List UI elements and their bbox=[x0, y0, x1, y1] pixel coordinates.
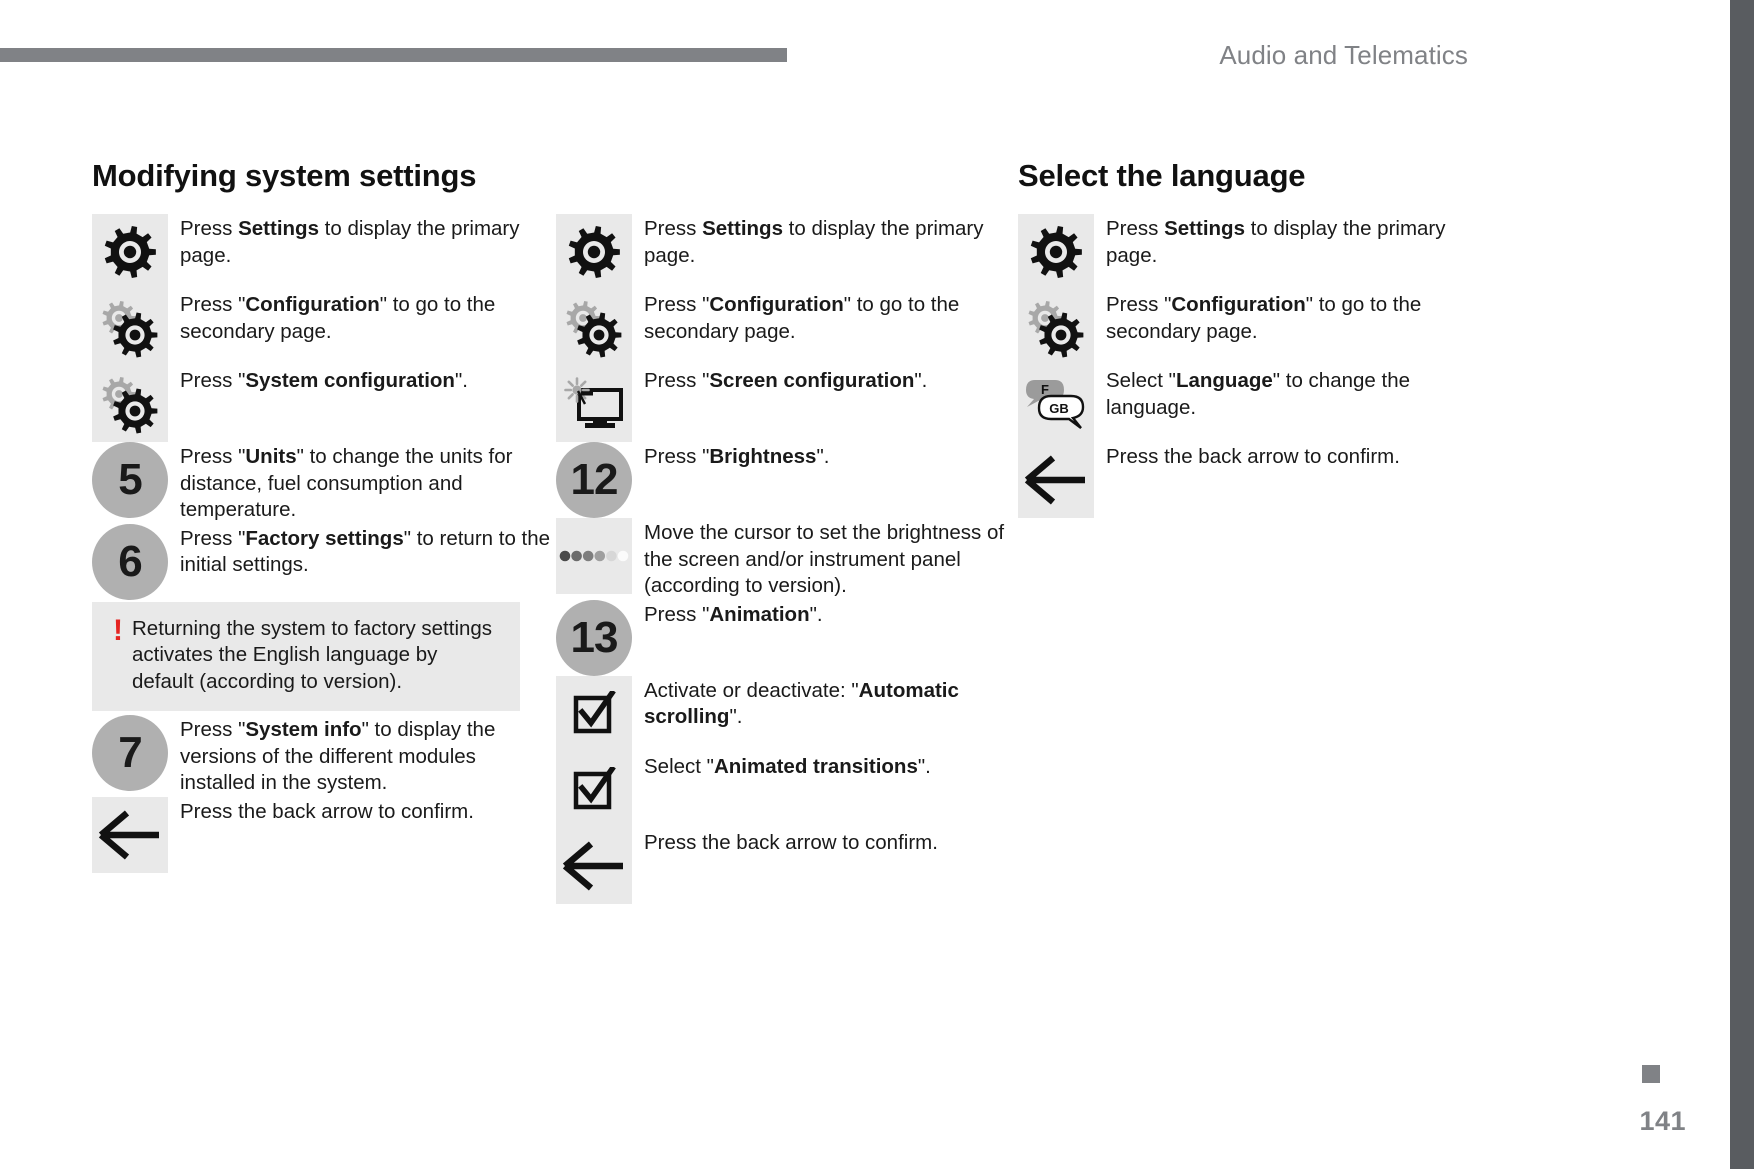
header-title: Audio and Telematics bbox=[1219, 40, 1468, 70]
step-number-badge[interactable]: 7 bbox=[92, 715, 168, 791]
step-row: Press "Configuration" to go to the secon… bbox=[92, 290, 556, 366]
step-text: Press "Units" to change the units for di… bbox=[180, 445, 513, 521]
step-number: 5 bbox=[92, 442, 168, 518]
step-text: Press the back arrow to confirm. bbox=[180, 799, 474, 823]
header-rule bbox=[0, 48, 787, 62]
step-row: 13 Press "Animation". bbox=[556, 599, 1018, 676]
svg-text:F: F bbox=[1041, 382, 1049, 397]
page-edge-bar bbox=[1730, 0, 1754, 1169]
brightness-dots-icon[interactable] bbox=[556, 518, 632, 594]
page-number: 141 bbox=[1639, 1106, 1686, 1136]
screen-configuration-icon[interactable] bbox=[556, 366, 632, 442]
step-number-badge[interactable]: 13 bbox=[556, 599, 632, 676]
step-row: Press Settings to display the primary pa… bbox=[1018, 214, 1488, 290]
step-text: Press "Factory settings" to return to th… bbox=[180, 526, 551, 577]
svg-text:GB: GB bbox=[1049, 401, 1069, 416]
step-number: 7 bbox=[92, 715, 168, 791]
warning-exclamation-icon: ! bbox=[113, 613, 123, 647]
step-row: 5 Press "Units" to change the units for d… bbox=[92, 442, 556, 524]
step-row: Press "Configuration" to go to the secon… bbox=[556, 290, 1018, 366]
double-gear-icon[interactable] bbox=[92, 366, 168, 442]
step-text: Select "Language" to change the language… bbox=[1106, 369, 1410, 419]
step-number: 13 bbox=[556, 599, 632, 676]
step-text: Press "Animation". bbox=[644, 602, 823, 626]
step-text: Press "Brightness". bbox=[644, 445, 830, 468]
column-title: Select the language bbox=[1018, 158, 1306, 193]
step-row: Press the back arrow to confirm. bbox=[92, 796, 556, 873]
step-text: Press Settings to display the primary pa… bbox=[1106, 217, 1446, 267]
double-gear-icon[interactable] bbox=[92, 290, 168, 366]
back-arrow-icon[interactable] bbox=[92, 796, 168, 873]
back-arrow-icon[interactable] bbox=[1018, 442, 1094, 518]
step-row: Press the back arrow to confirm. bbox=[556, 827, 1018, 904]
step-text: Press "Configuration" to go to the secon… bbox=[180, 293, 496, 343]
step-text: Press the back arrow to confirm. bbox=[644, 830, 938, 854]
step-row: 6 Press "Factory settings" to return to t… bbox=[92, 523, 556, 600]
step-row: Press Settings to display the primary pa… bbox=[556, 214, 1018, 290]
step-row: Press Settings to display the primary pa… bbox=[92, 214, 556, 290]
double-gear-icon[interactable] bbox=[1018, 290, 1094, 366]
gear-icon[interactable] bbox=[1018, 214, 1094, 290]
content-columns: Modifying system settings Press Settings … bbox=[92, 158, 1652, 904]
step-text: Press "Screen configuration". bbox=[644, 369, 928, 392]
step-text: Press Settings to display the primary pa… bbox=[180, 217, 520, 267]
step-number-badge[interactable]: 5 bbox=[92, 442, 168, 518]
step-text: Activate or deactivate: "Automatic scrol… bbox=[644, 678, 959, 729]
step-text: Press "System info" to display the versi… bbox=[180, 718, 496, 794]
step-row: Select "Animated transitions". bbox=[556, 751, 1018, 828]
step-row: 7 Press "System info" to display the vers… bbox=[92, 715, 556, 797]
gear-icon[interactable] bbox=[92, 214, 168, 290]
step-row: Activate or deactivate: "Automatic scrol… bbox=[556, 675, 1018, 752]
step-row: Press "System configuration". bbox=[92, 366, 556, 442]
step-row: Press the back arrow to confirm. bbox=[1018, 442, 1488, 518]
step-row: 12 Press "Brightness". bbox=[556, 442, 1018, 518]
step-text: Move the cursor to set the brightness of… bbox=[644, 521, 1005, 597]
step-number: 6 bbox=[92, 523, 168, 600]
column-2: Press Settings to display the primary pa… bbox=[556, 158, 1018, 904]
step-number-badge[interactable]: 12 bbox=[556, 442, 632, 518]
column-title: Modifying system settings bbox=[92, 158, 477, 193]
step-text: Press "System configuration". bbox=[180, 369, 468, 392]
step-text: Press "Configuration" to go to the secon… bbox=[644, 293, 960, 343]
step-row: Press "Screen configuration". bbox=[556, 366, 1018, 442]
step-text: Select "Animated transitions". bbox=[644, 754, 931, 778]
footer-marker bbox=[1642, 1065, 1660, 1083]
step-number: 12 bbox=[556, 442, 632, 518]
checkbox-checked-icon[interactable] bbox=[556, 675, 632, 752]
warning-text: Returning the system to factory settings… bbox=[132, 616, 493, 693]
checkbox-checked-icon[interactable] bbox=[556, 751, 632, 828]
back-arrow-icon[interactable] bbox=[556, 827, 632, 904]
step-text: Press "Configuration" to go to the secon… bbox=[1106, 293, 1422, 343]
step-row: Press "Configuration" to go to the secon… bbox=[1018, 290, 1488, 366]
gear-icon[interactable] bbox=[556, 214, 632, 290]
step-text: Press the back arrow to confirm. bbox=[1106, 445, 1400, 468]
step-number-badge[interactable]: 6 bbox=[92, 523, 168, 600]
language-bubbles-icon[interactable]: F GB bbox=[1018, 366, 1094, 442]
double-gear-icon[interactable] bbox=[556, 290, 632, 366]
step-row: F GB Select "Language" to change the langu… bbox=[1018, 366, 1488, 442]
column-3: Select the language Press Settings to dis… bbox=[1018, 158, 1488, 904]
step-row: Move the cursor to set the brightness of… bbox=[556, 518, 1018, 600]
step-text: Press Settings to display the primary pa… bbox=[644, 217, 984, 267]
column-1: Modifying system settings Press Settings … bbox=[92, 158, 556, 904]
warning-note: ! Returning the system to factory setting… bbox=[92, 601, 520, 711]
